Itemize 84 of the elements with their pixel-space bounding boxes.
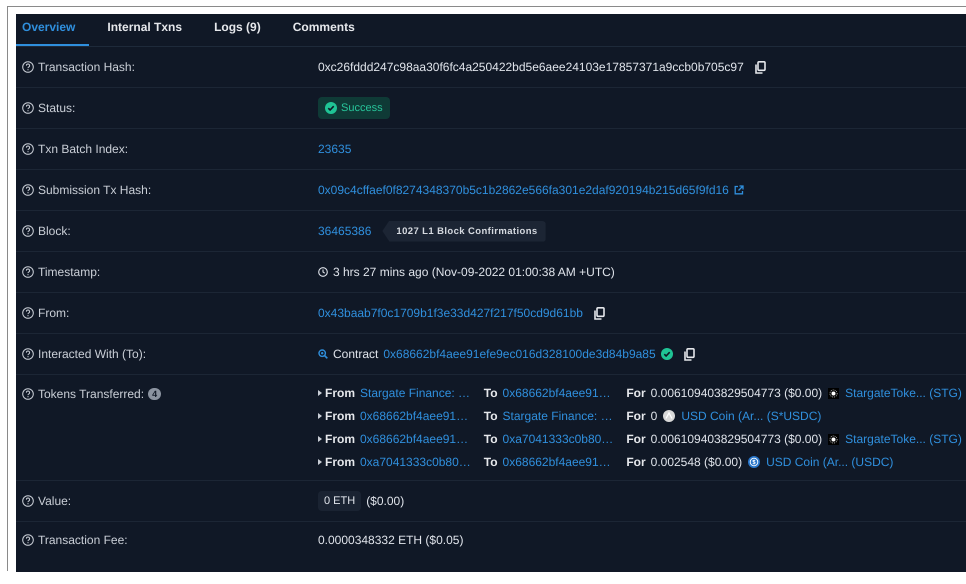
tab[interactable]: Logs (9): [208, 14, 275, 46]
field-label: Interacted With (To):: [38, 347, 146, 361]
confirmations-tag: 1027 L1 Block Confirmations: [382, 220, 546, 242]
tab[interactable]: Comments: [286, 14, 369, 46]
token-amount: 0.006109403829504773 ($0.00): [650, 432, 822, 446]
help-icon: [22, 534, 34, 546]
help-icon: [22, 348, 34, 360]
contract-link[interactable]: 0x68662bf4aee91efe9ec016d328100de3d84b9a85: [383, 347, 656, 361]
for-label: For: [625, 432, 646, 446]
field-label: Status:: [38, 101, 76, 115]
caret-icon[interactable]: [318, 436, 322, 442]
token-icon: [828, 388, 840, 398]
tab[interactable]: Internal Txns: [101, 14, 196, 46]
to-label: To: [482, 409, 498, 423]
from-link[interactable]: 0x68662bf4aee91…: [360, 409, 471, 423]
help-icon: [22, 102, 34, 114]
field-label: Transaction Fee:: [38, 533, 128, 547]
field-label: Timestamp:: [38, 265, 100, 279]
fee-value: 0.0000348332 ETH ($0.05): [318, 533, 464, 547]
to-link[interactable]: 0x68662bf4aee91…: [502, 455, 614, 469]
count-badge: 4: [148, 388, 162, 400]
token-amount: 0.002548 ($0.00): [650, 455, 742, 469]
tab[interactable]: Overview: [16, 14, 90, 46]
from-link[interactable]: 0x68662bf4aee91…: [360, 432, 471, 446]
to-label: To: [482, 455, 498, 469]
field-label: From:: [38, 306, 70, 320]
help-icon: [22, 61, 34, 73]
verified-icon: [660, 348, 673, 360]
help-icon: [22, 266, 34, 278]
field-label: Transaction Hash:: [38, 60, 135, 74]
caret-icon[interactable]: [318, 413, 322, 419]
from-link[interactable]: Stargate Finance: …: [360, 386, 471, 400]
for-label: For: [625, 409, 646, 423]
token-icon: [828, 434, 840, 444]
token-amount: 0.006109403829504773 ($0.00): [650, 386, 822, 400]
caret-icon[interactable]: [318, 390, 322, 396]
check-icon: [325, 102, 337, 114]
from-label: From: [325, 432, 355, 446]
token-icon: [663, 410, 676, 422]
copy-icon[interactable]: [594, 306, 605, 320]
token-link[interactable]: USD Coin (Ar... (USDC): [766, 455, 894, 469]
to-link[interactable]: 0x68662bf4aee91…: [502, 386, 614, 400]
help-icon: [22, 495, 34, 507]
token-link[interactable]: USD Coin (Ar... (S*USDC): [681, 409, 822, 423]
field-label: Submission Tx Hash:: [38, 183, 152, 197]
transaction-hash: 0xc26fddd247c98aa30f6fc4a250422bd5e6aee24103e17857371a9ccb0b705c97: [318, 60, 744, 74]
submission-hash-link[interactable]: 0x09c4cffaef0f8274348370b5c1b2862e566fa301e2daf920194b215d65f9fd16: [318, 183, 729, 197]
token-link[interactable]: StargateToke... (STG): [845, 386, 962, 400]
usd-value: ($0.00): [366, 494, 404, 508]
for-label: For: [625, 455, 646, 469]
block-link[interactable]: 36465386: [318, 224, 372, 238]
from-label: From: [325, 386, 355, 400]
batch-index-link[interactable]: 23635: [318, 142, 352, 156]
to-label: To: [482, 432, 498, 446]
field-label: Block:: [38, 224, 71, 238]
from-label: From: [325, 409, 355, 423]
timestamp: 3 hrs 27 mins ago (Nov-09-2022 01:00:38 AM +UTC): [333, 265, 615, 279]
help-icon: [22, 307, 34, 319]
help-icon: [22, 388, 34, 400]
search-icon: [318, 349, 328, 359]
to-label: To: [482, 386, 498, 400]
for-label: For: [625, 386, 646, 400]
help-icon: [22, 225, 34, 237]
copy-icon[interactable]: [754, 60, 766, 74]
token-link[interactable]: StargateToke... (STG): [845, 432, 962, 446]
help-icon: [22, 184, 34, 196]
token-amount: 0: [650, 409, 658, 423]
from-link[interactable]: 0xa7041333c0b80…: [360, 455, 471, 469]
field-label: Tokens Transferred:: [38, 387, 144, 401]
copy-icon[interactable]: [684, 348, 695, 360]
caret-icon[interactable]: [318, 459, 322, 465]
eth-value-chip: 0 ETH: [318, 491, 362, 511]
address-link[interactable]: 0x43baab7f0c1709b1f3e33d427f217f50cd9d61bb: [318, 306, 583, 320]
field-label: Txn Batch Index:: [38, 142, 128, 156]
from-label: From: [325, 455, 355, 469]
contract-label: Contract: [333, 347, 378, 361]
status-badge: Success: [318, 97, 390, 119]
token-icon: [748, 456, 760, 468]
to-link[interactable]: Stargate Finance: …: [502, 409, 614, 423]
help-icon: [22, 143, 34, 155]
field-label: Value:: [38, 494, 72, 508]
external-link-icon[interactable]: [734, 185, 744, 195]
to-link[interactable]: 0xa7041333c0b80…: [502, 432, 614, 446]
clock-icon: [318, 267, 328, 277]
